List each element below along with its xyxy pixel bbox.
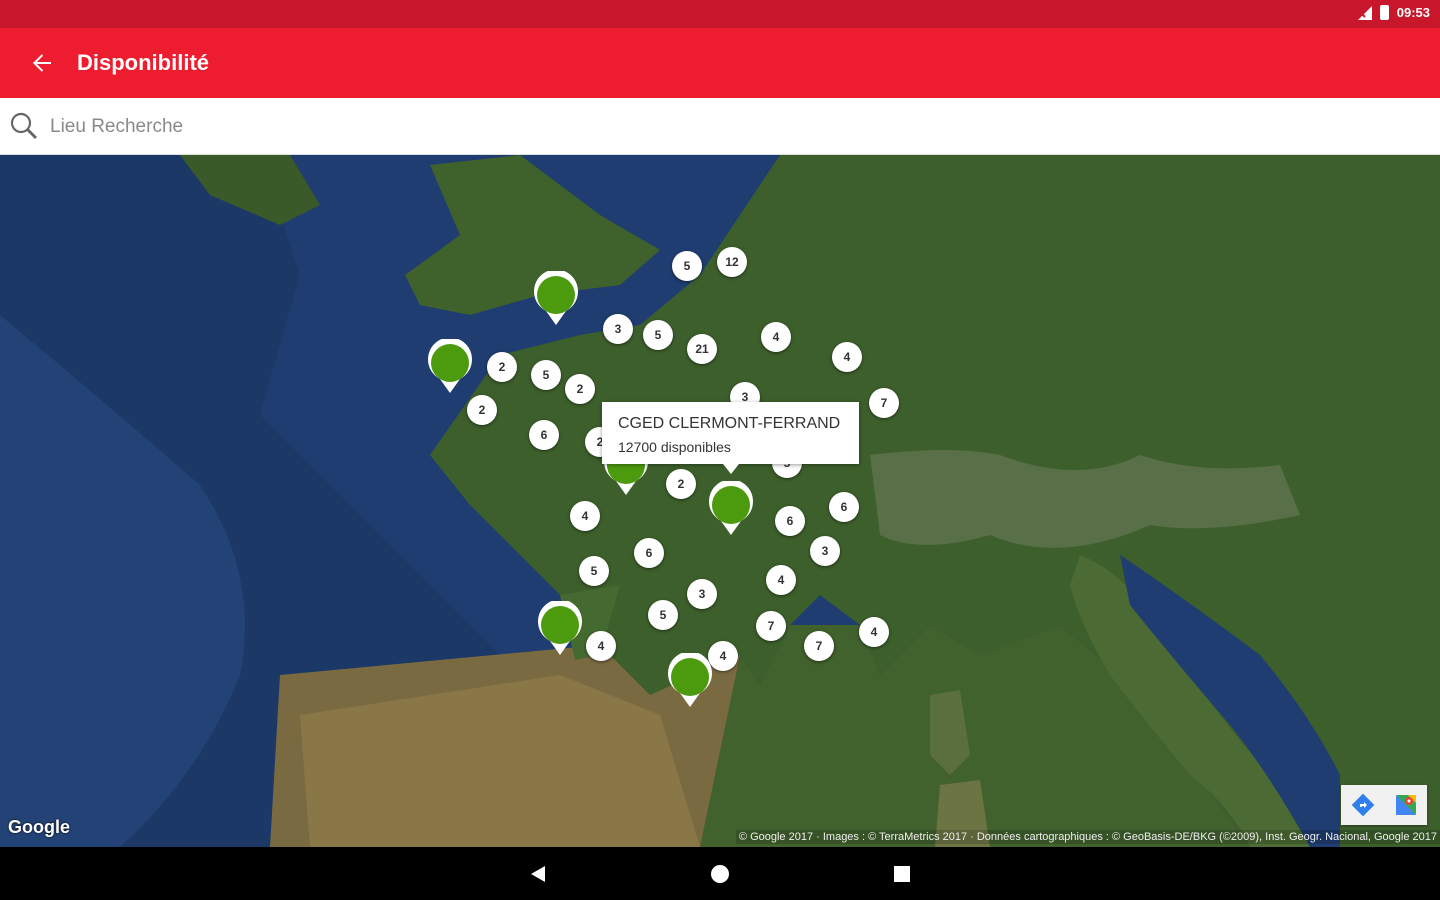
cluster-marker[interactable]: 3 — [810, 536, 840, 566]
cluster-marker[interactable]: 6 — [775, 506, 805, 536]
cluster-marker[interactable]: 5 — [672, 251, 702, 281]
map-toolbar — [1341, 785, 1427, 825]
cluster-marker[interactable]: 4 — [859, 617, 889, 647]
cluster-marker[interactable]: 4 — [586, 631, 616, 661]
cluster-marker[interactable]: 6 — [529, 420, 559, 450]
cluster-marker[interactable]: 2 — [487, 352, 517, 382]
cluster-marker[interactable]: 4 — [761, 322, 791, 352]
cluster-marker[interactable]: 7 — [756, 611, 786, 641]
location-pin[interactable] — [426, 339, 474, 395]
google-logo: Google — [8, 817, 70, 837]
cluster-marker[interactable]: 6 — [634, 538, 664, 568]
battery-icon — [1379, 5, 1389, 20]
nav-home-button[interactable] — [708, 862, 732, 886]
search-bar — [0, 98, 1440, 155]
google-maps-icon — [1395, 795, 1416, 815]
directions-icon — [1351, 793, 1374, 817]
open-in-maps-button[interactable] — [1384, 785, 1427, 825]
location-pin-selected[interactable] — [707, 481, 755, 537]
nav-back-button[interactable] — [526, 862, 550, 886]
nav-recents-button[interactable] — [890, 862, 914, 886]
location-pin[interactable] — [536, 601, 584, 657]
map-view[interactable]: 5 12 3 5 21 4 4 2 5 2 2 6 2 3 7 2 4 6 6 … — [0, 155, 1440, 847]
location-pin[interactable] — [532, 271, 580, 327]
cluster-marker[interactable]: 2 — [565, 374, 595, 404]
cluster-marker[interactable]: 4 — [832, 342, 862, 372]
status-time: 09:53 — [1396, 5, 1430, 20]
info-window-title: CGED CLERMONT-FERRAND — [618, 415, 841, 432]
search-input[interactable] — [48, 110, 652, 144]
info-window-subtitle: 12700 disponibles — [618, 439, 731, 455]
cluster-marker[interactable]: 7 — [804, 631, 834, 661]
cluster-marker[interactable]: 5 — [648, 600, 678, 630]
page-title: Disponibilité — [77, 50, 209, 75]
status-icons: 09:53 — [1356, 5, 1430, 20]
cluster-marker[interactable]: 5 — [531, 360, 561, 390]
back-triangle-icon — [531, 866, 545, 882]
info-window[interactable]: CGED CLERMONT-FERRAND 12700 disponibles — [602, 402, 859, 474]
map-attribution[interactable]: © Google 2017 · Images : © TerraMetrics … — [735, 830, 1440, 844]
back-button[interactable] — [22, 43, 62, 83]
signal-icon — [1356, 5, 1372, 20]
search-icon[interactable] — [9, 111, 39, 141]
home-circle-icon — [711, 865, 729, 883]
cluster-marker[interactable]: 12 — [717, 247, 747, 277]
cluster-marker[interactable]: 5 — [579, 556, 609, 586]
cluster-marker[interactable]: 4 — [766, 565, 796, 595]
cluster-marker[interactable]: 3 — [687, 579, 717, 609]
cluster-marker[interactable]: 21 — [687, 334, 717, 364]
arrow-back-icon — [33, 54, 51, 72]
cluster-marker[interactable]: 2 — [666, 469, 696, 499]
recents-square-icon — [894, 866, 910, 882]
cluster-marker[interactable]: 3 — [603, 314, 633, 344]
cluster-marker[interactable]: 4 — [570, 501, 600, 531]
cluster-marker[interactable]: 2 — [467, 395, 497, 425]
location-pin[interactable] — [666, 653, 714, 709]
status-bar: 09:53 — [0, 0, 1440, 28]
app-bar: Disponibilité — [0, 28, 1440, 98]
directions-button[interactable] — [1341, 785, 1384, 825]
cluster-marker[interactable]: 5 — [643, 320, 673, 350]
system-nav-bar — [0, 847, 1440, 900]
cluster-marker[interactable]: 6 — [829, 492, 859, 522]
cluster-marker[interactable]: 7 — [869, 388, 899, 418]
